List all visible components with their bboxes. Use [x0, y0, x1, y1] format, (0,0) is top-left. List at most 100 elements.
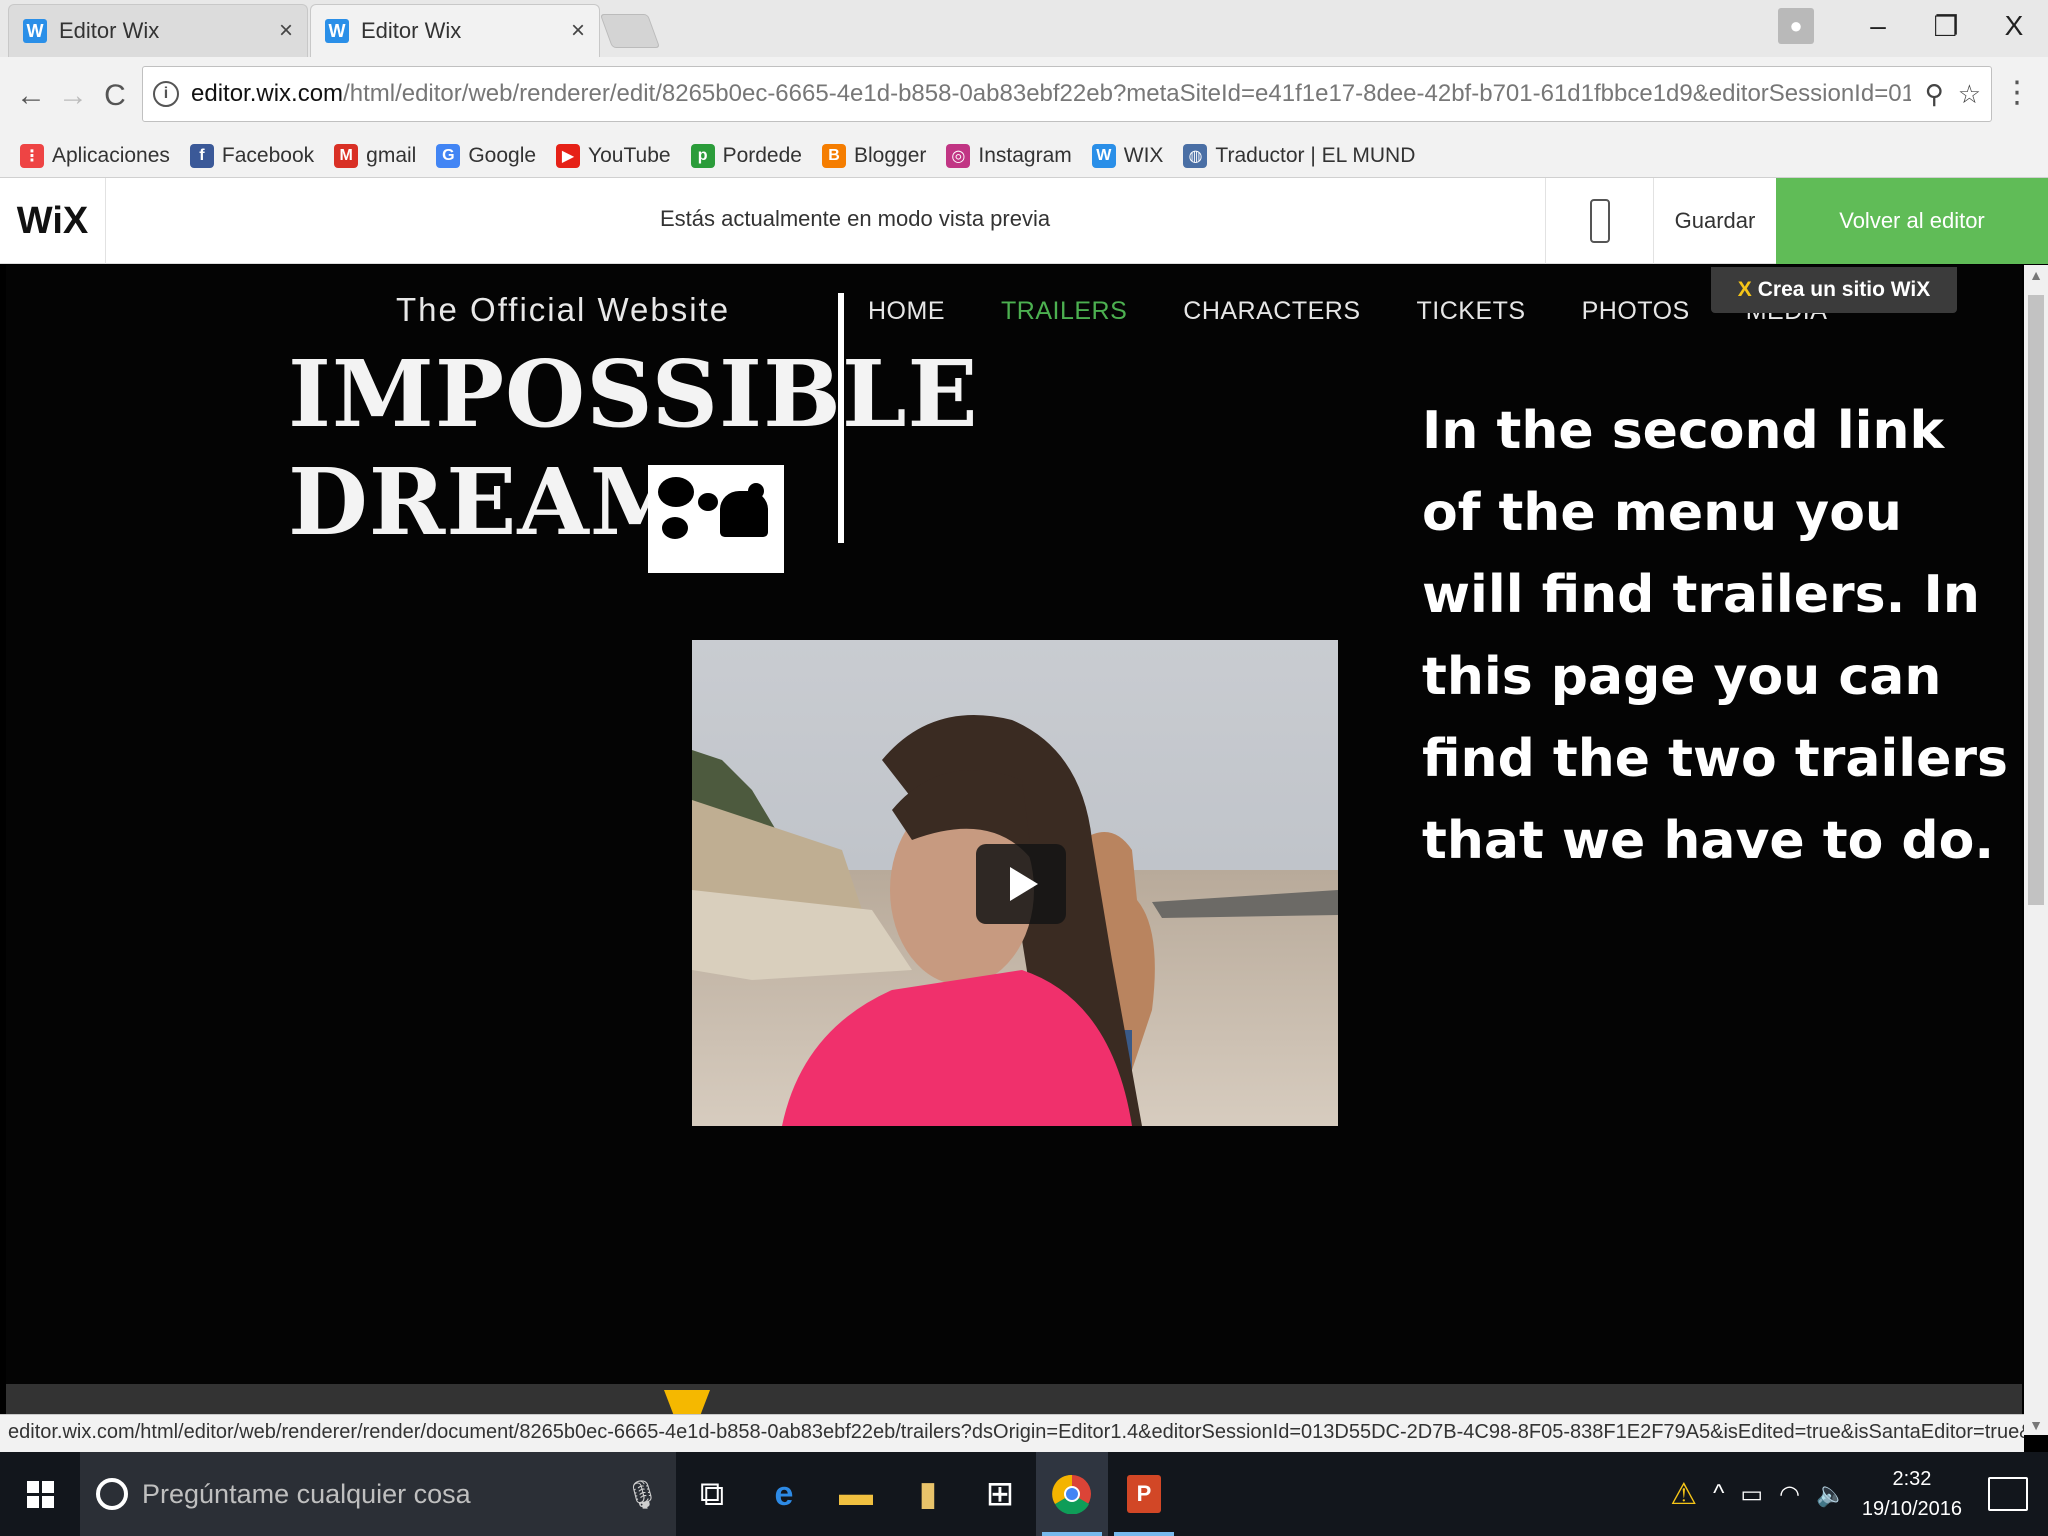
url-host: editor.wix.com — [191, 80, 344, 107]
cortana-icon — [96, 1478, 128, 1510]
tab-close-icon[interactable]: × — [571, 17, 585, 45]
file-explorer-icon[interactable]: ▬ — [820, 1452, 892, 1536]
bookmark-item[interactable]: Mgmail — [334, 144, 416, 168]
mobile-view-button[interactable] — [1545, 178, 1653, 264]
bookmark-item[interactable]: p Pordede — [690, 144, 802, 168]
nav-item-photos[interactable]: PHOTOS — [1582, 297, 1690, 326]
windows-logo-icon — [26, 1480, 54, 1508]
address-toolbar: ← → C i editor.wix.com/html/editor/web/r… — [0, 57, 2048, 135]
website-preview: The Official Website IMPOSSIBLE DREAM HO… — [6, 265, 2022, 1385]
play-button[interactable] — [976, 844, 1066, 924]
scroll-down-icon[interactable]: ▼ — [2024, 1417, 2048, 1433]
profile-icon[interactable]: ● — [1778, 8, 1814, 44]
bookmark-label: WIX — [1123, 144, 1164, 167]
browser-tab-2[interactable]: W Editor Wix × — [310, 4, 600, 57]
tab-close-icon[interactable]: × — [279, 17, 293, 45]
site-info-icon[interactable]: i — [153, 81, 179, 107]
tutorial-note: In the second link of the menu you will … — [1422, 401, 2008, 871]
bookmark-item[interactable]: ◍ Traductor | EL MUND — [1183, 144, 1415, 168]
tab-title: Editor Wix — [59, 18, 160, 43]
edge-browser-icon[interactable]: e — [748, 1452, 820, 1536]
tab-title: Editor Wix — [361, 18, 462, 43]
task-view-icon[interactable]: ⧉ — [676, 1452, 748, 1536]
wifi-icon[interactable]: ◠ — [1779, 1480, 1800, 1509]
system-tray: ⚠ ^ ▭ ◠ 🔈 2:32 19/10/2016 — [1670, 1452, 2048, 1536]
bookmark-item[interactable]: f Facebook — [189, 144, 314, 168]
wix-x-icon: X — [1737, 278, 1752, 301]
minimize-button[interactable]: – — [1844, 10, 1912, 42]
status-url-bar: editor.wix.com/html/editor/web/renderer/… — [0, 1414, 2024, 1452]
mobile-phone-icon — [1589, 199, 1610, 243]
cortana-search[interactable]: Pregúntame cualquier cosa 🎙 — [80, 1452, 676, 1536]
browser-tab-bar: W Editor Wix × W Editor Wix × ● – ❐ X — [0, 0, 2048, 57]
nav-item-tickets[interactable]: TICKETS — [1417, 297, 1526, 326]
bookmark-star-icon[interactable]: ☆ — [1958, 79, 1981, 110]
bookmark-label: Google — [468, 144, 537, 167]
store-icon[interactable]: ⊞ — [964, 1452, 1036, 1536]
forward-button[interactable]: → — [52, 79, 94, 113]
documents-folder-icon[interactable]: ▮ — [892, 1452, 964, 1536]
url-bar[interactable]: i editor.wix.com/html/editor/web/rendere… — [142, 66, 1992, 122]
clock-date: 19/10/2016 — [1861, 1498, 1962, 1520]
nav-item-characters[interactable]: CHARACTERS — [1183, 297, 1360, 326]
save-button[interactable]: Guardar — [1653, 178, 1776, 264]
restore-button[interactable]: ❐ — [1912, 10, 1980, 43]
scrollbar-thumb[interactable] — [2028, 295, 2044, 905]
warning-icon[interactable]: ⚠ — [1670, 1477, 1697, 1512]
back-to-editor-button[interactable]: Volver al editor — [1776, 178, 2048, 264]
trailer-video[interactable] — [692, 640, 1338, 1126]
bookmark-label: YouTube — [588, 144, 671, 167]
new-tab-button[interactable] — [599, 14, 661, 48]
url-text[interactable]: editor.wix.com/html/editor/web/renderer/… — [191, 80, 1911, 108]
bookmark-item[interactable]: B Blogger — [821, 144, 927, 168]
bookmark-label: Aplicaciones — [52, 144, 170, 167]
production-logo — [648, 465, 784, 573]
cortana-search-placeholder: Pregúntame cualquier cosa — [142, 1478, 471, 1509]
browser-tab-1[interactable]: W Editor Wix × — [8, 4, 308, 57]
bookmark-item[interactable]: ◎ Instagram — [946, 144, 1072, 168]
chrome-logo-icon — [1052, 1474, 1091, 1514]
bookmark-label: Pordede — [722, 144, 802, 167]
close-window-button[interactable]: X — [1980, 10, 2048, 42]
bookmark-item[interactable]: G Google — [436, 144, 536, 168]
show-hidden-icons-icon[interactable]: ^ — [1713, 1480, 1724, 1508]
zoom-icon[interactable]: ⚲ — [1925, 79, 1944, 110]
bookmark-favicon-icon: p — [690, 144, 715, 168]
bookmark-favicon-icon: ▶ — [556, 144, 581, 168]
reload-button[interactable]: C — [94, 79, 136, 113]
scroll-up-icon[interactable]: ▲ — [2024, 267, 2048, 283]
page-scrollbar[interactable]: ▲ ▼ — [2024, 265, 2048, 1435]
bookmark-favicon-icon: W — [1091, 144, 1116, 168]
bookmark-label: Instagram — [978, 144, 1072, 167]
site-title-line-2: DREAM — [288, 448, 693, 556]
play-icon — [1010, 867, 1038, 901]
taskbar-clock[interactable]: 2:32 19/10/2016 — [1862, 1464, 1962, 1524]
bookmark-item[interactable]: ▶ YouTube — [556, 144, 671, 168]
bookmark-label: Blogger — [853, 144, 927, 167]
bookmark-favicon-icon: ◍ — [1183, 144, 1208, 168]
microphone-icon[interactable]: 🎙 — [624, 1478, 660, 1511]
wix-favicon-icon: W — [325, 19, 349, 43]
nav-item-home[interactable]: HOME — [868, 297, 945, 326]
start-button[interactable] — [0, 1452, 80, 1536]
title-divider — [838, 293, 844, 543]
back-button[interactable]: ← — [10, 79, 52, 113]
powerpoint-icon[interactable]: P — [1108, 1452, 1180, 1536]
site-footer-bar — [6, 1384, 2022, 1414]
battery-icon[interactable]: ▭ — [1740, 1480, 1763, 1509]
action-center-icon[interactable] — [1988, 1477, 2028, 1511]
bookmark-favicon-icon: f — [189, 144, 214, 168]
create-wix-site-badge[interactable]: X Crea un sitio WiX — [1711, 267, 1957, 313]
wix-logo[interactable]: WiX — [0, 178, 106, 264]
wix-favicon-icon: W — [23, 19, 47, 43]
bookmark-item[interactable]: W WIX — [1091, 144, 1164, 168]
site-subtitle: The Official Website — [396, 291, 731, 328]
wix-preview-header: WiX Estás actualmente en modo vista prev… — [0, 178, 2048, 264]
site-title-line-1: IMPOSSIBLE — [288, 340, 979, 448]
preview-mode-message: Estás actualmente en modo vista previa — [660, 206, 1051, 231]
browser-menu-icon[interactable]: ⋮ — [2002, 75, 2032, 110]
bookmark-item[interactable]: ⋮ Aplicaciones — [20, 144, 170, 168]
nav-item-trailers[interactable]: TRAILERS — [1001, 297, 1127, 326]
chrome-icon[interactable] — [1036, 1452, 1108, 1536]
volume-icon[interactable]: 🔈 — [1816, 1480, 1846, 1509]
